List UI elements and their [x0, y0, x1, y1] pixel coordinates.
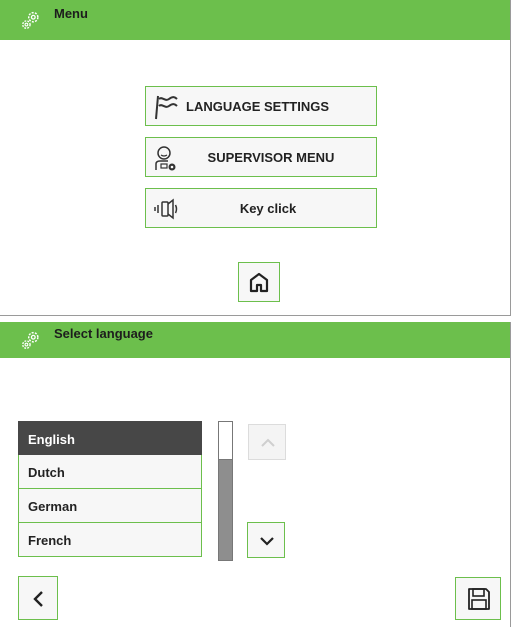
scrollbar-thumb[interactable] [219, 422, 232, 460]
list-item-english[interactable]: English [18, 421, 202, 455]
chevron-up-icon [261, 438, 275, 447]
supervisor-menu-label: SUPERVISOR MENU [207, 150, 335, 165]
flag-icon [155, 95, 178, 120]
save-button[interactable] [455, 577, 501, 620]
save-icon [468, 588, 490, 610]
chevron-down-icon [260, 537, 274, 546]
gears-icon [22, 11, 39, 29]
home-icon [249, 272, 269, 293]
supervisor-menu-button[interactable]: SUPERVISOR MENU [145, 137, 377, 177]
scrollbar[interactable] [218, 421, 233, 561]
language-title-bar: Select language [0, 322, 510, 358]
home-button[interactable] [238, 262, 280, 302]
gears-icon [22, 331, 39, 349]
language-settings-label: LANGUAGE SETTINGS [186, 99, 330, 114]
menu-title-bar: Menu [0, 0, 510, 40]
list-item-german[interactable]: German [18, 489, 202, 523]
chevron-left-icon [33, 591, 43, 607]
scroll-down-button[interactable] [247, 522, 285, 558]
list-item-french[interactable]: French [18, 523, 202, 557]
scroll-up-button[interactable] [248, 424, 286, 460]
language-list: English Dutch German French [18, 421, 202, 557]
list-item-dutch[interactable]: Dutch [18, 455, 202, 489]
select-language-screen: Select language English Dutch German Fre… [0, 322, 511, 627]
menu-screen: Menu LANGUAGE SETTINGS SUPERVISOR MENU K… [0, 0, 511, 316]
key-click-button[interactable]: Key click [145, 188, 377, 228]
page-title: Select language [54, 326, 153, 341]
key-click-label: Key click [239, 201, 297, 216]
page-title: Menu [54, 6, 88, 21]
language-settings-button[interactable]: LANGUAGE SETTINGS [145, 86, 377, 126]
back-button[interactable] [18, 576, 58, 620]
